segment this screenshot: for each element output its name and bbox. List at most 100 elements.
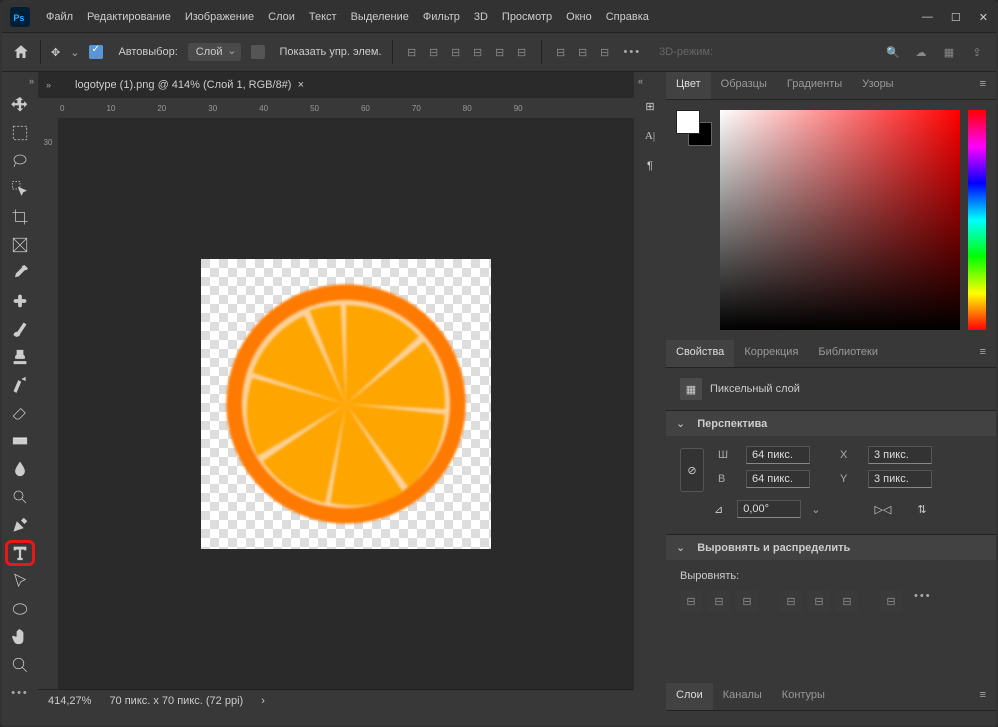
move-tool[interactable] [5, 92, 35, 118]
selection-tool[interactable] [5, 176, 35, 202]
zoom-tool[interactable] [5, 652, 35, 678]
align-center-h-icon[interactable]: ⊟ [425, 43, 443, 61]
document-tab[interactable]: logotype (1).png @ 414% (Слой 1, RGB/8#)… [67, 76, 312, 94]
close-button[interactable]: ✕ [979, 11, 988, 24]
align-left-icon[interactable]: ⊟ [403, 43, 421, 61]
align-right-button[interactable]: ⊟ [736, 590, 758, 612]
minimize-button[interactable]: — [922, 11, 933, 24]
align-bottom-button[interactable]: ⊟ [836, 590, 858, 612]
docarea-expand-icon[interactable]: » [46, 80, 51, 90]
tab-swatches[interactable]: Образцы [711, 72, 777, 99]
menu-3d[interactable]: 3D [474, 11, 488, 23]
eyedropper-tool[interactable] [5, 260, 35, 286]
align-section-header[interactable]: ⌄ Выровнять и распределить [666, 534, 996, 560]
height-input[interactable]: 64 пикс. [746, 470, 810, 488]
tab-layers[interactable]: Слои [666, 683, 713, 710]
distribute-v-icon[interactable]: ⊟ [574, 43, 592, 61]
align-right-icon[interactable]: ⊟ [447, 43, 465, 61]
distribute-h-icon[interactable]: ⊟ [552, 43, 570, 61]
panel-menu-icon[interactable]: ≡ [970, 72, 996, 99]
transform-section-header[interactable]: ⌄ Перспектива [666, 410, 996, 436]
color-swatches[interactable] [676, 110, 712, 146]
align-hcenter-button[interactable]: ⊟ [708, 590, 730, 612]
flip-v-icon[interactable]: ⇅ [917, 503, 926, 516]
align-more-icon[interactable]: ••• [914, 590, 932, 612]
menu-file[interactable]: Файл [46, 11, 73, 23]
arrange-icon[interactable]: ▦ [940, 43, 958, 61]
zoom-level[interactable]: 414,27% [48, 695, 91, 707]
eraser-tool[interactable] [5, 400, 35, 426]
align-vcenter-button[interactable]: ⊟ [808, 590, 830, 612]
more-options-icon[interactable]: ••• [624, 46, 642, 58]
toolbar-expand-icon[interactable]: » [29, 76, 38, 86]
dodge-tool[interactable] [5, 484, 35, 510]
history-brush-tool[interactable] [5, 372, 35, 398]
stamp-tool[interactable] [5, 344, 35, 370]
menu-edit[interactable]: Редактирование [87, 11, 171, 23]
align-center-v-icon[interactable]: ⊟ [491, 43, 509, 61]
canvas[interactable] [58, 118, 634, 689]
menu-view[interactable]: Просмотр [502, 11, 552, 23]
align-bottom-icon[interactable]: ⊟ [513, 43, 531, 61]
link-dimensions-icon[interactable]: ⊘ [680, 448, 704, 492]
tab-color[interactable]: Цвет [666, 72, 711, 99]
layers-menu-icon[interactable]: ≡ [970, 683, 996, 710]
crop-tool[interactable] [5, 204, 35, 230]
tab-gradients[interactable]: Градиенты [777, 72, 852, 99]
tab-adjustments[interactable]: Коррекция [734, 340, 808, 367]
align-top-button[interactable]: ⊟ [780, 590, 802, 612]
paragraph-panel-icon[interactable]: ¶ [640, 156, 660, 176]
tab-patterns[interactable]: Узоры [852, 72, 903, 99]
blur-tool[interactable] [5, 456, 35, 482]
document-info[interactable]: 70 пикс. x 70 пикс. (72 ppi) [109, 695, 243, 707]
hue-slider[interactable] [968, 110, 986, 330]
maximize-button[interactable]: ☐ [951, 11, 961, 24]
autoselect-dropdown[interactable]: Слой [188, 43, 241, 61]
share-icon[interactable]: ⇪ [968, 43, 986, 61]
autoselect-label: Автовыбор: [118, 46, 177, 58]
edit-toolbar[interactable]: ••• [5, 680, 35, 706]
brush-settings-icon[interactable]: ⊞ [640, 96, 660, 116]
autoselect-checkbox[interactable] [89, 45, 103, 59]
path-select-tool[interactable] [5, 568, 35, 594]
frame-tool[interactable] [5, 232, 35, 258]
tab-properties[interactable]: Свойства [666, 340, 734, 367]
align-top-icon[interactable]: ⊟ [469, 43, 487, 61]
strip-collapse-icon[interactable]: « [634, 76, 643, 86]
menu-image[interactable]: Изображение [185, 11, 254, 23]
hand-tool[interactable] [5, 624, 35, 650]
x-input[interactable]: 3 пикс. [868, 446, 932, 464]
show-controls-checkbox[interactable] [251, 45, 265, 59]
home-icon[interactable] [12, 43, 30, 61]
tab-paths[interactable]: Контуры [772, 683, 835, 710]
shape-tool[interactable] [5, 596, 35, 622]
props-menu-icon[interactable]: ≡ [970, 340, 996, 367]
saturation-picker[interactable] [720, 110, 960, 330]
tab-libraries[interactable]: Библиотеки [808, 340, 888, 367]
menu-help[interactable]: Справка [606, 11, 649, 23]
angle-input[interactable]: 0,00° [737, 500, 801, 518]
lasso-tool[interactable] [5, 148, 35, 174]
brush-tool[interactable] [5, 316, 35, 342]
align-left-button[interactable]: ⊟ [680, 590, 702, 612]
menu-filter[interactable]: Фильтр [423, 11, 460, 23]
status-arrow-icon[interactable]: › [261, 695, 265, 707]
menu-select[interactable]: Выделение [351, 11, 409, 23]
character-panel-icon[interactable]: A| [640, 126, 660, 146]
flip-h-icon[interactable]: ▷◁ [874, 503, 891, 516]
cloud-icon[interactable]: ☁ [912, 43, 930, 61]
menu-text[interactable]: Текст [309, 11, 337, 23]
type-tool[interactable] [5, 540, 35, 566]
gradient-tool[interactable] [5, 428, 35, 454]
y-input[interactable]: 3 пикс. [868, 470, 932, 488]
tab-channels[interactable]: Каналы [713, 683, 772, 710]
distribute-3-icon[interactable]: ⊟ [596, 43, 614, 61]
marquee-tool[interactable] [5, 120, 35, 146]
menu-window[interactable]: Окно [566, 11, 592, 23]
healing-tool[interactable] [5, 288, 35, 314]
menu-layers[interactable]: Слои [268, 11, 295, 23]
width-input[interactable]: 64 пикс. [746, 446, 810, 464]
search-icon[interactable]: 🔍 [884, 43, 902, 61]
distribute-button[interactable]: ⊟ [880, 590, 902, 612]
pen-tool[interactable] [5, 512, 35, 538]
